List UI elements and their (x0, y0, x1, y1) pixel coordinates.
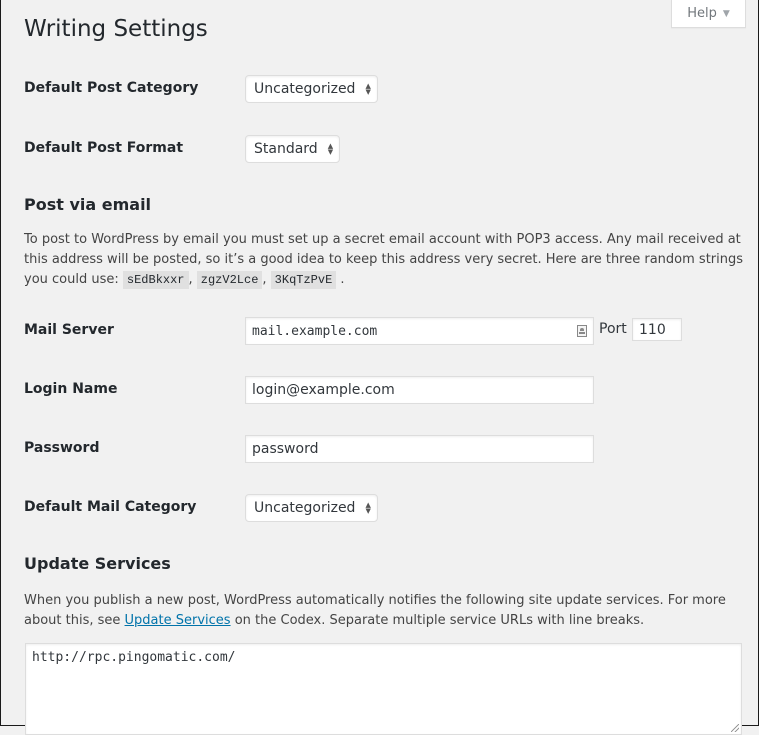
default-post-category-select[interactable]: Uncategorized ▲ ▼ (245, 75, 378, 103)
default-mail-category-label: Default Mail Category (24, 499, 197, 515)
random-string: zgzV2Lce (196, 271, 263, 289)
default-mail-category-select[interactable]: Uncategorized ▲ ▼ (245, 494, 378, 522)
help-tab-button[interactable]: Help ▼ (671, 0, 746, 28)
select-arrows-icon: ▲ ▼ (365, 82, 371, 96)
page-title: Writing Settings (24, 16, 208, 42)
select-value: Uncategorized (254, 500, 356, 516)
mail-server-label: Mail Server (24, 322, 114, 338)
triangle-down-icon: ▼ (722, 8, 730, 19)
port-label: Port (599, 321, 627, 337)
help-label: Help (687, 6, 717, 21)
port-input[interactable]: 110 (632, 318, 682, 341)
post-via-email-heading: Post via email (24, 195, 152, 214)
select-arrows-icon: ▲ ▼ (327, 142, 334, 156)
default-post-category-label: Default Post Category (24, 80, 199, 96)
password-input[interactable]: password (245, 435, 594, 463)
login-name-label: Login Name (24, 381, 118, 397)
update-services-heading: Update Services (24, 554, 171, 573)
select-value: Uncategorized (254, 81, 356, 97)
mail-server-input[interactable]: mail.example.com (245, 317, 594, 345)
login-name-input[interactable]: login@example.com (245, 376, 594, 404)
update-services-link[interactable]: Update Services (125, 613, 231, 628)
default-post-format-select[interactable]: Standard ▲ ▼ (245, 135, 341, 163)
resize-grip-icon[interactable] (731, 724, 739, 732)
password-label: Password (24, 440, 100, 456)
default-post-format-label: Default Post Format (24, 140, 184, 156)
select-arrows-icon: ▲ ▼ (365, 501, 371, 515)
random-string: sEdBkxxr (122, 271, 189, 289)
random-string: 3KqTzPvE (270, 271, 337, 289)
update-services-description: When you publish a new post, WordPress a… (24, 593, 726, 628)
contact-card-icon[interactable] (577, 325, 587, 337)
post-via-email-description: To post to WordPress by email you must s… (24, 232, 744, 289)
update-services-textarea[interactable]: http://rpc.pingomatic.com/ (25, 643, 742, 735)
select-value: Standard (254, 141, 318, 157)
